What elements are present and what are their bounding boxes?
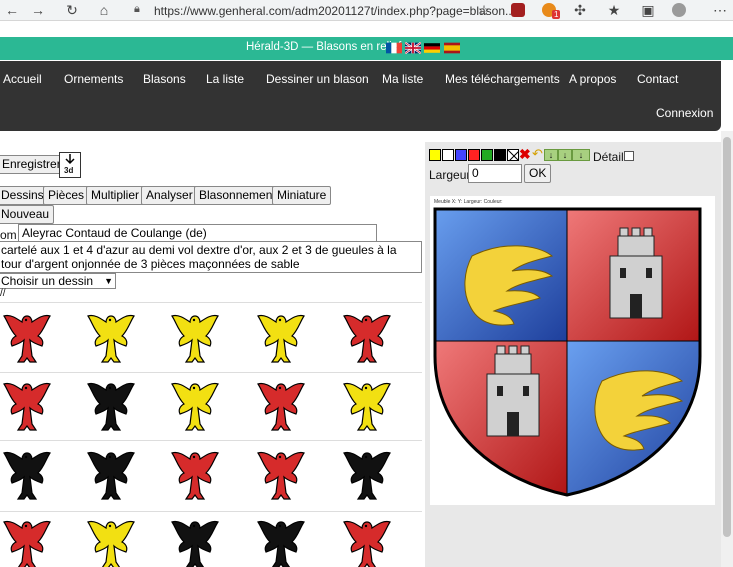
eagle-drawing-thumbnail[interactable] [256,376,306,434]
site-title-bar: Hérald-3D — Blasons en relief [0,37,733,60]
eagle-drawing-thumbnail[interactable] [342,308,392,366]
save-button[interactable]: Enregistrer [0,155,66,174]
drawing-select-value: Choisir un dessin [1,274,94,288]
spanish-flag-icon[interactable] [444,42,460,54]
download-arrow-icon [65,154,75,165]
tower-argent-charge [486,345,540,437]
nav-mes-telechargements[interactable]: Mes téléchargements [445,72,560,86]
profile-avatar-icon[interactable] [672,3,686,17]
download-3d-icon[interactable]: 3d [59,152,81,178]
eagle-drawing-thumbnail[interactable] [2,308,52,366]
eagle-drawing-thumbnail[interactable] [86,514,136,567]
blazon-textarea[interactable]: cartelé aux 1 et 4 d'azur au demi vol de… [0,241,422,273]
ublock-extension-icon[interactable] [511,3,525,17]
nav-dessiner-un-blason[interactable]: Dessiner un blason [266,72,369,86]
nav-connexion[interactable]: Connexion [656,106,713,120]
eagle-drawing-thumbnail[interactable] [86,308,136,366]
eagle-drawing-thumbnail[interactable] [170,376,220,434]
french-flag-icon[interactable] [386,42,402,54]
color-blue-swatch[interactable] [455,149,467,161]
british-flag-icon[interactable] [405,42,421,54]
detail-checkbox[interactable] [624,151,634,161]
nav-accueil[interactable]: Accueil [3,72,42,86]
address-bar[interactable]: 🔒︎ https://www.genheral.com/adm20201127t… [124,1,515,20]
eagle-drawing-thumbnail[interactable] [256,514,306,567]
eagle-drawing-thumbnail[interactable] [342,376,392,434]
puzzle-extensions-icon[interactable]: ✣ [572,2,588,18]
page-scrollbar[interactable] [721,131,733,567]
tower-argent-charge [609,227,663,319]
extension-badge: 1 [552,10,561,19]
tab-miniature[interactable]: Miniature [272,186,332,205]
ok-button[interactable]: OK [524,164,552,183]
site-title: Hérald-3D — Blasons en relief [246,41,402,53]
name-input[interactable]: Aleyrac Contaud de Coulange (de) [18,224,377,242]
collections-icon[interactable]: ▣ [640,2,656,18]
undo-icon[interactable]: ↶ [532,146,543,162]
home-icon[interactable]: ⌂ [96,2,112,18]
main-navbar: Accueil Ornements Blasons La liste Dessi… [0,61,721,131]
eagle-drawing-thumbnail[interactable] [170,445,220,503]
eagle-drawing-thumbnail[interactable] [86,376,136,434]
move-down-double-icon[interactable]: ↓ [558,149,572,161]
drawing-select[interactable]: Choisir un dessin ▼ [0,273,116,289]
nav-blasons[interactable]: Blasons [143,72,186,86]
eagle-drawing-thumbnail[interactable] [342,514,392,567]
url-text: https://www.genheral.com/adm20201127t/in… [154,4,516,18]
clear-color-icon[interactable] [507,149,519,161]
chevron-down-icon: ▼ [104,276,113,286]
eagle-drawing-thumbnail[interactable] [2,376,52,434]
favorites-icon[interactable]: ★ [606,2,622,18]
new-button[interactable]: Nouveau [0,205,55,224]
delete-icon[interactable]: ✖ [519,146,531,163]
eagle-drawing-thumbnail[interactable] [170,308,220,366]
more-menu-icon[interactable]: ⋯ [712,2,728,18]
favorite-star-icon[interactable]: ☆ [476,2,492,18]
detail-label: Détail: [593,150,628,164]
tab-pieces[interactable]: Pièces [43,186,90,205]
3d-label: 3d [64,166,74,175]
width-label: Largeur: [429,168,474,182]
eagle-drawing-thumbnail[interactable] [342,445,392,503]
reload-icon[interactable]: ↻ [64,2,80,18]
tab-multiplier[interactable]: Multiplier [86,186,145,205]
color-white-swatch[interactable] [442,149,454,161]
eagle-drawing-thumbnail[interactable] [86,445,136,503]
coat-of-arms[interactable] [432,206,703,498]
eagle-drawing-thumbnail[interactable] [256,308,306,366]
back-icon[interactable]: ← [4,2,20,18]
width-input[interactable]: 0 [468,164,522,183]
eagle-drawing-thumbnail[interactable] [170,514,220,567]
nav-la-liste[interactable]: La liste [206,72,244,86]
forward-icon[interactable]: → [30,2,46,18]
nav-ma-liste[interactable]: Ma liste [382,72,423,86]
lock-icon: 🔒︎ [134,3,140,15]
tab-analyser[interactable]: Analyser [141,186,198,205]
color-red-swatch[interactable] [468,149,480,161]
tab-dessins[interactable]: Dessins [0,186,49,205]
eagle-drawing-thumbnail[interactable] [256,445,306,503]
german-flag-icon[interactable] [424,42,440,54]
move-down-icon[interactable]: ↓ [544,149,558,161]
color-green-swatch[interactable] [481,149,493,161]
color-yellow-swatch[interactable] [429,149,441,161]
nav-ornements[interactable]: Ornements [64,72,123,86]
nav-contact[interactable]: Contact [637,72,678,86]
eagle-drawing-thumbnail[interactable] [2,514,52,567]
path-text: // [0,288,6,299]
tab-blasonnement[interactable]: Blasonnement [194,186,281,205]
color-black-swatch[interactable] [494,149,506,161]
eagle-drawing-thumbnail[interactable] [2,445,52,503]
browser-toolbar: ← → ↻ ⌂ 🔒︎ https://www.genheral.com/adm2… [0,0,733,21]
nav-a-propos[interactable]: A propos [569,72,616,86]
move-down-triple-icon[interactable]: ↓ [572,149,590,161]
meuble-info: Meuble X: Y: Largeur: Couleur: [434,199,503,205]
